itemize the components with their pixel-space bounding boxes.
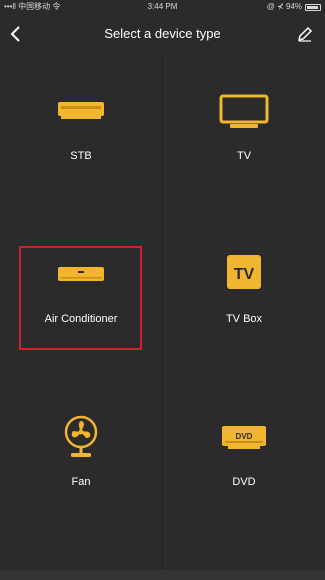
tv-icon — [219, 94, 269, 128]
device-tile-stb[interactable]: STB — [0, 56, 162, 216]
battery-percent: @ ⊀ 94% — [266, 2, 302, 11]
fan-icon — [64, 415, 98, 457]
status-indicators: @ ⊀ 94% — [267, 0, 321, 14]
device-label: TV — [236, 150, 252, 162]
device-tile-dvd[interactable]: DVD DVD — [163, 382, 325, 542]
battery-icon — [305, 3, 321, 11]
dvd-icon: DVD — [222, 426, 266, 449]
status-bar: •••ll 中国移动 令 3:44 PM @ ⊀ 94% — [0, 0, 325, 14]
page-title: Select a device type — [104, 26, 221, 41]
tv-box-icon: TV — [227, 255, 261, 289]
device-label: Fan — [71, 476, 91, 488]
device-tile-fan[interactable]: Fan — [0, 382, 162, 542]
device-label: Air Conditioner — [44, 313, 118, 325]
bottom-edge — [0, 570, 325, 580]
device-type-screen: •••ll 中国移动 令 3:44 PM @ ⊀ 94% Select a de… — [0, 0, 325, 580]
device-label: TV Box — [225, 313, 263, 325]
device-tile-tv[interactable]: TV — [163, 56, 325, 216]
svg-text:DVD: DVD — [236, 432, 253, 441]
device-tile-air-conditioner[interactable]: Air Conditioner — [0, 219, 162, 379]
pencil-icon — [297, 26, 313, 42]
device-label: STB — [70, 150, 92, 162]
device-tile-tv-box[interactable]: TV TV Box — [163, 219, 325, 379]
set-top-box-icon — [58, 102, 104, 119]
device-type-grid: STB TV Air Conditioner TV TV Box Fan DVD… — [0, 56, 325, 580]
device-label: DVD — [232, 476, 256, 488]
svg-text:TV: TV — [234, 266, 255, 283]
edit-button[interactable] — [295, 24, 315, 44]
air-conditioner-icon — [58, 267, 104, 281]
navigation-bar: Select a device type — [0, 14, 325, 54]
